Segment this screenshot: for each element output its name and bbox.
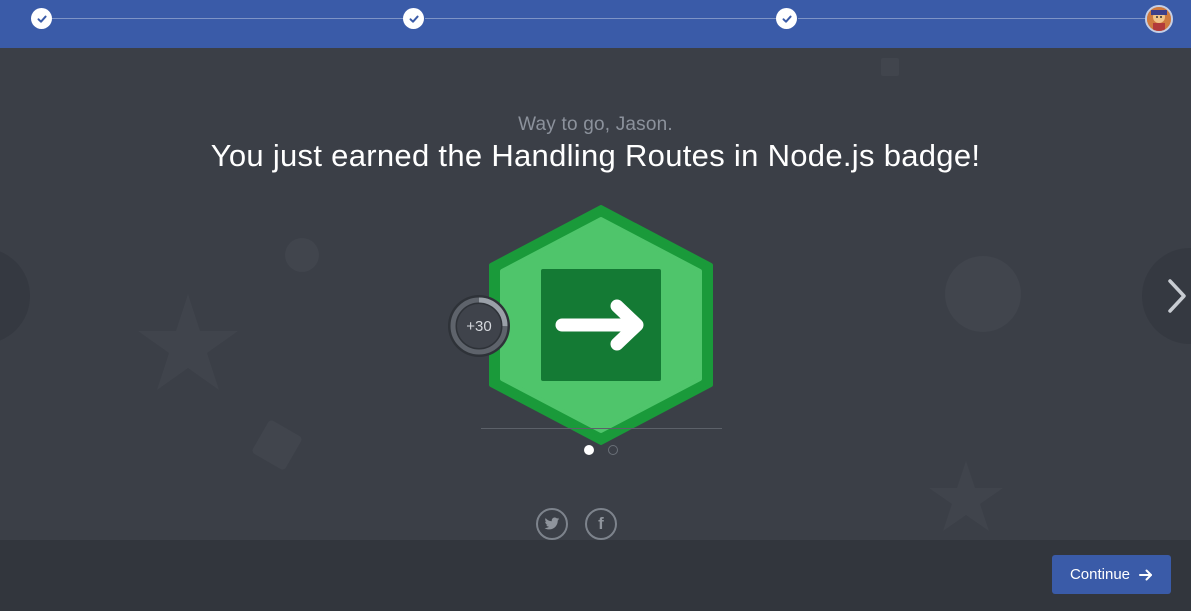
badge-hexagon (489, 205, 713, 445)
continue-label: Continue (1069, 566, 1131, 583)
progress-step-complete (31, 8, 52, 29)
badge-earned-screen: Way to go, Jason. You just earned the Ha… (0, 0, 1191, 611)
continue-button[interactable]: Continue (1052, 555, 1171, 594)
progress-step-complete (776, 8, 797, 29)
avatar[interactable] (1145, 5, 1173, 33)
check-icon (409, 15, 419, 23)
check-icon (37, 15, 47, 23)
share-twitter-button[interactable] (536, 508, 568, 540)
progress-track (52, 18, 404, 19)
twitter-icon (544, 517, 560, 530)
badge-earned-headline: You just earned the Handling Routes in N… (210, 138, 981, 173)
footer-bar (0, 540, 1191, 611)
arrow-right-icon (1139, 569, 1153, 580)
progress-track (798, 18, 1146, 19)
check-icon (782, 15, 792, 23)
progress-step-complete (403, 8, 424, 29)
points-indicator: +30 (447, 294, 511, 358)
carousel-dot-active[interactable] (584, 445, 594, 455)
points-label: +30 (466, 317, 492, 335)
carousel-dot[interactable] (608, 445, 618, 455)
progress-bar (0, 0, 1191, 48)
share-facebook-button[interactable]: f (585, 508, 617, 540)
facebook-icon: f (598, 514, 604, 533)
divider (481, 428, 722, 429)
chevron-right-icon (1168, 279, 1186, 313)
progress-track (425, 18, 777, 19)
congrats-subtitle: Way to go, Jason. (518, 114, 673, 135)
